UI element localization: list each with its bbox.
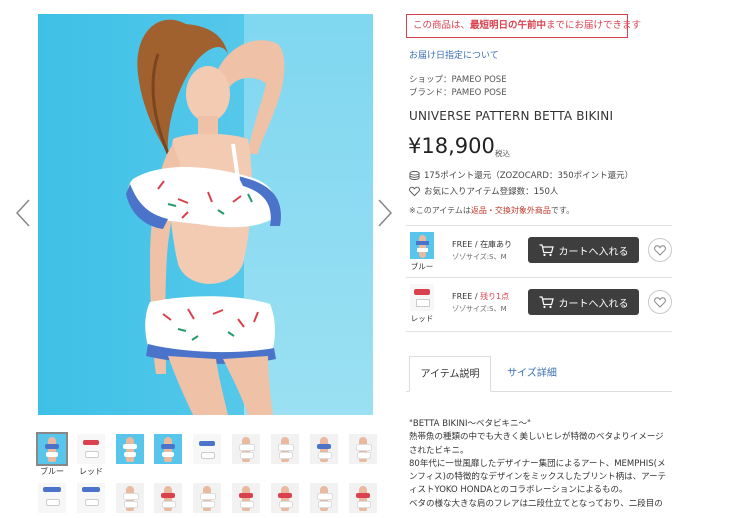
heart-icon xyxy=(409,186,420,196)
tax-included-label: 税込 xyxy=(495,149,510,158)
favorites-row: お気に入りアイテム登録数：150人 xyxy=(409,185,558,197)
variant-stock-red: FREE / 残り1点 xyxy=(452,291,509,302)
thumbnail-red[interactable] xyxy=(77,434,105,464)
variant-thumbnail-blue xyxy=(410,232,434,259)
heart-icon xyxy=(654,296,666,308)
thumbnail-15[interactable] xyxy=(232,483,260,513)
thumbnail-10[interactable] xyxy=(38,483,66,513)
shop-name: ショップ：PAMEO POSE xyxy=(409,75,507,85)
points-row: 175ポイント還元（ZOZOCARD：350ポイント還元） xyxy=(409,169,633,181)
variant-stock-status: 残り1点 xyxy=(480,292,510,301)
add-to-cart-label: カートへ入れる xyxy=(558,298,629,310)
add-to-cart-label: カートへ入れる xyxy=(558,246,629,258)
thumbnail-8[interactable] xyxy=(310,434,338,464)
gallery-prev-arrow[interactable] xyxy=(14,198,32,228)
return-warning-red: 返品・交換対象外商品 xyxy=(470,206,551,215)
thumbnail-4[interactable] xyxy=(154,434,182,464)
thumbnail-blue[interactable] xyxy=(36,432,68,466)
variant-label-blue: ブルー xyxy=(410,262,434,271)
favorite-button-blue[interactable] xyxy=(648,238,672,262)
heart-icon xyxy=(654,244,666,256)
variant-zozo-size: ゾゾサイズ:S、M xyxy=(452,253,507,261)
delivery-notice: この商品は、最短明日の午前中までにお届けできます xyxy=(406,14,641,38)
coin-icon xyxy=(409,170,420,180)
delivery-date-link[interactable]: お届け日指定について xyxy=(409,48,499,61)
product-price: ¥18,900 xyxy=(408,134,495,158)
variant-size-free: FREE / xyxy=(452,240,481,249)
thumbnail-7[interactable] xyxy=(271,434,299,464)
thumbnail-label-red: レッド xyxy=(79,467,103,476)
thumbnail-label-blue: ブルー xyxy=(40,467,64,476)
thumbnail-11[interactable] xyxy=(77,483,105,513)
thumbnail-12[interactable] xyxy=(116,483,144,513)
favorites-text: お気に入りアイテム登録数：150人 xyxy=(424,187,559,197)
thumbnail-5[interactable] xyxy=(193,434,221,464)
delivery-notice-bold: 最短明日の午前中 xyxy=(470,20,547,31)
thumbnail-13[interactable] xyxy=(154,483,182,513)
thumbnail-14[interactable] xyxy=(193,483,221,513)
points-text: 175ポイント還元（ZOZOCARD：350ポイント還元） xyxy=(424,171,634,181)
delivery-notice-suffix: までにお届けできます xyxy=(546,20,642,31)
product-main-image xyxy=(38,14,373,415)
variant-zozo-size: ゾゾサイズ:S、M xyxy=(452,305,507,313)
thumbnail-9[interactable] xyxy=(349,434,377,464)
variant-stock-status: 在庫あり xyxy=(480,240,513,249)
detail-tabs: アイテム説明 サイズ詳細 xyxy=(406,356,672,392)
brand-name: ブランド：PAMEO POSE xyxy=(409,88,507,98)
variant-row-red: レッド FREE / 残り1点 ゾゾサイズ:S、M カートへ入れる xyxy=(406,280,672,332)
thumbnail-6[interactable] xyxy=(232,434,260,464)
variant-thumbnail-red xyxy=(410,284,434,311)
thumbnail-18[interactable] xyxy=(349,483,377,513)
return-warning-suffix: です。 xyxy=(550,206,575,215)
item-description: "BETTA BIKINI～ベタビキニ～" 熱帯魚の種類の中でも大きく美しいヒレ… xyxy=(409,418,671,511)
description-line: 熱帯魚の種類の中でも大きく美しいヒレが特徴のベタよりイメージされたビキニ。 xyxy=(409,432,664,456)
variant-stock-blue: FREE / 在庫あり xyxy=(452,239,512,250)
thumbnail-3[interactable] xyxy=(116,434,144,464)
return-warning-prefix: ※このアイテムは xyxy=(409,206,471,215)
divider xyxy=(406,225,672,226)
product-title: UNIVERSE PATTERN BETTA BIKINI xyxy=(409,109,614,123)
description-line: 80年代に一世風靡したデザイナー集団によるアート、MEMPHIS(メンフィス)の… xyxy=(409,458,667,496)
add-to-cart-button-red[interactable]: カートへ入れる xyxy=(528,289,639,315)
variant-label-red: レッド xyxy=(410,314,434,323)
description-line: "BETTA BIKINI～ベタビキニ～" xyxy=(409,419,531,429)
thumbnail-17[interactable] xyxy=(310,483,338,513)
chevron-right-icon xyxy=(378,199,393,227)
gallery-next-arrow[interactable] xyxy=(376,198,394,228)
cart-icon xyxy=(539,295,554,308)
favorite-button-red[interactable] xyxy=(648,290,672,314)
cart-icon xyxy=(539,243,554,256)
description-line: ベタの様な大きな肩のフレアは二段仕立てとなっており、二段目の xyxy=(409,498,663,509)
return-warning: ※このアイテムは返品・交換対象外商品です。 xyxy=(409,205,574,216)
tab-size-details[interactable]: サイズ詳細 xyxy=(497,356,567,391)
divider xyxy=(406,277,672,278)
chevron-left-icon xyxy=(15,199,30,227)
thumbnail-16[interactable] xyxy=(271,483,299,513)
add-to-cart-button-blue[interactable]: カートへ入れる xyxy=(528,237,639,263)
variant-size-free: FREE / xyxy=(452,292,481,301)
divider xyxy=(406,331,672,332)
delivery-notice-prefix: この商品は、 xyxy=(413,20,471,31)
variant-row-blue: ブルー FREE / 在庫あり ゾゾサイズ:S、M カートへ入れる xyxy=(406,228,672,280)
tab-item-description[interactable]: アイテム説明 xyxy=(409,356,491,392)
